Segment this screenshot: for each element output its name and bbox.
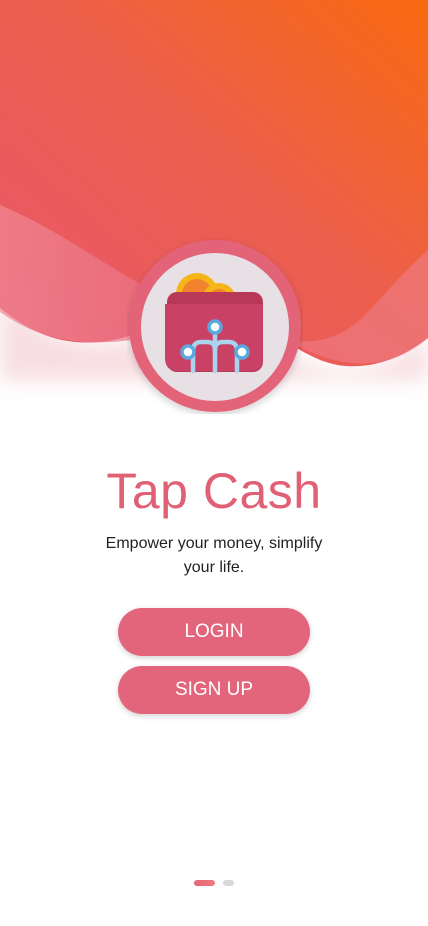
page-indicator-dot-inactive (223, 880, 234, 886)
login-button[interactable]: LOGIN (118, 608, 310, 656)
signup-button[interactable]: SIGN UP (118, 666, 310, 714)
page-indicator (0, 880, 428, 886)
page-indicator-dot-active (194, 880, 215, 886)
app-logo (129, 240, 301, 412)
app-tagline: Empower your money, simplify your life. (105, 535, 323, 576)
app-title: Tap Cash (106, 463, 322, 519)
welcome-screen: Tap Cash Empower your money, simplify yo… (0, 0, 428, 926)
